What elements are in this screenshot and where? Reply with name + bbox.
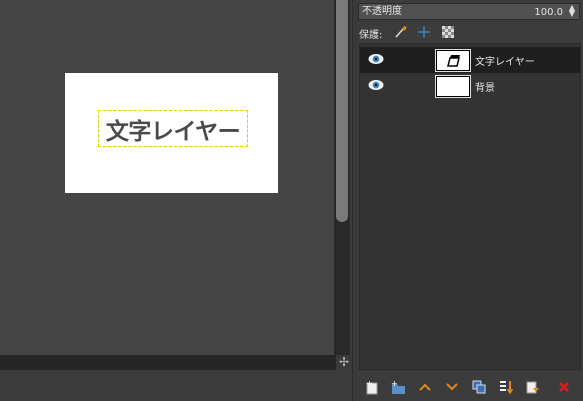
new-layer-icon[interactable]: + [364,379,380,395]
text-layer-thumbnail [435,49,471,72]
lock-label: 保護: [359,30,383,41]
delete-layer-icon[interactable] [556,379,572,395]
image-canvas[interactable]: 文字レイヤー [0,0,334,355]
raise-layer-icon[interactable] [417,379,433,395]
lock-position-icon[interactable] [417,25,431,39]
eye-icon[interactable] [368,53,384,65]
vertical-scrollbar-thumb[interactable] [336,0,348,222]
layer-name[interactable]: 文字レイヤー [475,53,535,68]
status-bar [0,370,352,401]
layers-button-bar: + + [358,374,583,401]
lock-pixels-icon[interactable] [393,25,407,39]
opacity-label: 不透明度 [362,6,402,17]
layers-list[interactable]: 文字レイヤー 背景 [359,43,581,370]
image-page[interactable]: 文字レイヤー [65,73,278,193]
vertical-scrollbar[interactable] [334,0,350,355]
text-layer-icon [447,55,460,67]
canvas-text: 文字レイヤー [105,118,241,145]
new-layer-group-icon[interactable]: + [390,379,406,395]
anchor-layer-icon[interactable] [498,379,514,395]
svg-text:+: + [366,379,373,388]
opacity-spinscale[interactable]: 不透明度 100.0 ▲ ▼ [358,3,580,20]
navigate-icon[interactable]: ✢ [336,355,352,370]
svg-text:+: + [391,379,398,388]
merge-down-icon[interactable] [525,379,541,395]
opacity-value[interactable]: 100.0 [534,6,563,19]
text-layer-boundary[interactable]: 文字レイヤー [98,110,248,147]
layer-row-background[interactable]: 背景 [360,73,580,99]
eye-icon[interactable] [368,79,384,91]
opacity-spin-icon[interactable]: ▲ ▼ [566,4,578,18]
white-background-thumbnail [435,75,471,98]
lock-row: 保護: [358,24,583,41]
layer-name[interactable]: 背景 [475,79,495,94]
lower-layer-icon[interactable] [444,379,460,395]
duplicate-layer-icon[interactable] [471,379,487,395]
lock-alpha-icon[interactable] [441,25,455,39]
layer-row-text[interactable]: 文字レイヤー [360,47,580,73]
horizontal-scrollbar[interactable] [0,355,336,370]
layers-panel: 不透明度 100.0 ▲ ▼ 保護: 文字レイヤー 背景 + + [358,0,583,401]
